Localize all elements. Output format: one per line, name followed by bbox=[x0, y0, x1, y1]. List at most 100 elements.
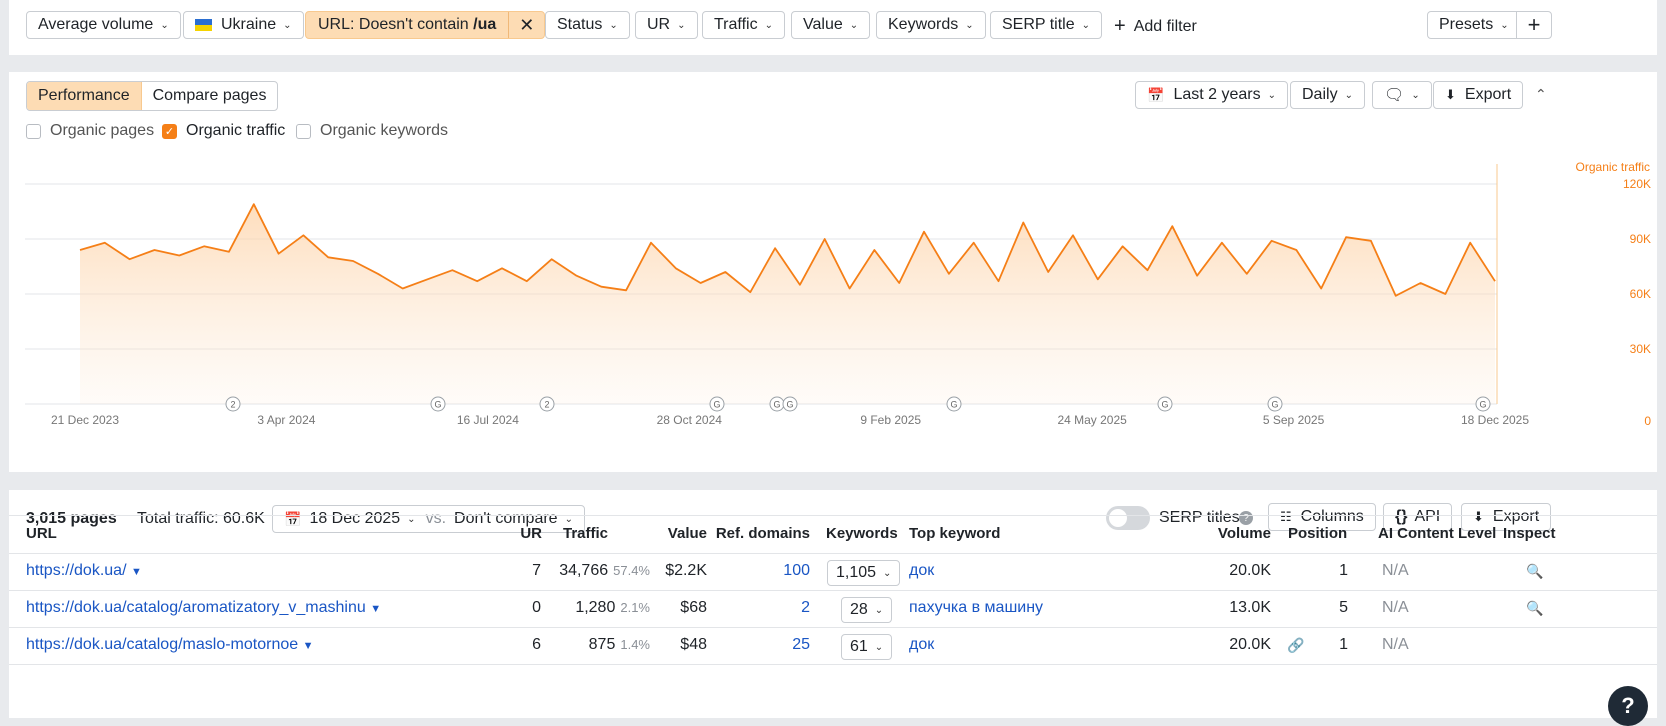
tab-performance[interactable]: Performance bbox=[27, 82, 142, 110]
value-label: Value bbox=[803, 16, 843, 33]
caret-down-icon[interactable]: ▼ bbox=[131, 566, 142, 578]
traffic-number: 875 bbox=[588, 636, 616, 653]
keywords-dropdown[interactable]: 61 ⌄ bbox=[841, 634, 893, 660]
traffic-filter[interactable]: Traffic ⌄ bbox=[702, 11, 785, 39]
ref-domains-link[interactable]: 2 bbox=[801, 599, 810, 617]
checkbox-organic-pages[interactable]: Organic pages bbox=[26, 122, 154, 140]
chevron-down-icon: ⌄ bbox=[283, 19, 292, 31]
link-icon[interactable]: 🔗 bbox=[1287, 637, 1304, 654]
period-dropdown[interactable]: 📅 Last 2 years ⌄ bbox=[1135, 81, 1288, 109]
y-tick-label: 60K bbox=[1630, 287, 1651, 301]
chevron-down-icon: ⌄ bbox=[883, 567, 892, 579]
col-ur[interactable]: UR bbox=[520, 525, 542, 542]
export-chart-button[interactable]: ⬇ Export bbox=[1433, 81, 1524, 109]
url-filter-chip[interactable]: URL: Doesn't contain /ua ✕ bbox=[305, 11, 546, 39]
keywords-filter[interactable]: Keywords ⌄ bbox=[876, 11, 986, 39]
keywords-count: 28 bbox=[850, 601, 868, 618]
annotation-marker-label: G bbox=[786, 400, 793, 410]
traffic-number: 1,280 bbox=[575, 599, 616, 616]
traffic-share: 1.4% bbox=[620, 637, 650, 652]
checkbox-organic-keywords[interactable]: Organic keywords bbox=[296, 122, 448, 140]
add-preset-button[interactable]: + bbox=[1516, 11, 1552, 39]
search-icon[interactable]: 🔍 bbox=[1526, 600, 1543, 617]
checkbox-box bbox=[26, 123, 41, 139]
serp-title-filter[interactable]: SERP title ⌄ bbox=[990, 11, 1103, 39]
view-tabs: Performance Compare pages bbox=[26, 81, 279, 111]
ur-filter[interactable]: UR ⌄ bbox=[635, 11, 698, 39]
interval-dropdown[interactable]: Daily ⌄ bbox=[1290, 81, 1365, 109]
x-tick-label: 5 Sep 2025 bbox=[1263, 413, 1325, 427]
keywords-count: 61 bbox=[850, 638, 868, 655]
page-url-link[interactable]: https://dok.ua/catalog/aromatizatory_v_m… bbox=[26, 599, 381, 617]
plus-icon: + bbox=[1114, 15, 1126, 37]
status-filter[interactable]: Status ⌄ bbox=[545, 11, 630, 39]
calendar-icon: 📅 bbox=[1147, 86, 1165, 103]
col-volume[interactable]: Volume bbox=[1218, 525, 1271, 542]
col-top-keyword[interactable]: Top keyword bbox=[909, 525, 1000, 542]
ukraine-flag-icon bbox=[195, 19, 212, 31]
col-keywords[interactable]: Keywords bbox=[826, 525, 898, 542]
tab-compare-pages[interactable]: Compare pages bbox=[142, 82, 278, 110]
chevron-down-icon: ⌄ bbox=[1344, 89, 1353, 101]
ref-domains-link[interactable]: 25 bbox=[792, 636, 810, 654]
value-filter[interactable]: Value ⌄ bbox=[791, 11, 871, 39]
checkmark-icon: ✓ bbox=[162, 123, 177, 139]
annotations-dropdown[interactable]: 🗨 ⌄ bbox=[1372, 81, 1432, 109]
traffic-share: 2.1% bbox=[620, 600, 650, 615]
page-url-link[interactable]: https://dok.ua/ ▼ bbox=[26, 562, 142, 580]
col-position[interactable]: Position bbox=[1288, 525, 1347, 542]
filter-bar: Average volume ⌄ Ukraine ⌄ URL: Doesn't co… bbox=[9, 0, 1657, 55]
collapse-icon[interactable]: ⌃ bbox=[1535, 86, 1547, 103]
top-keyword-link[interactable]: пахучка в машину bbox=[909, 599, 1043, 617]
caret-down-icon[interactable]: ▼ bbox=[303, 640, 314, 652]
volume-label: Average volume bbox=[38, 16, 154, 33]
top-keyword-link[interactable]: док bbox=[909, 562, 934, 580]
col-ai-content-level[interactable]: AI Content Level bbox=[1378, 525, 1496, 542]
caret-down-icon[interactable]: ▼ bbox=[370, 603, 381, 615]
interval-label: Daily bbox=[1302, 86, 1338, 103]
country-dropdown[interactable]: Ukraine ⌄ bbox=[183, 11, 304, 39]
question-icon: ? bbox=[1621, 693, 1635, 718]
annotation-marker-label: G bbox=[1271, 400, 1278, 410]
close-icon[interactable]: ✕ bbox=[508, 12, 544, 38]
volume-dropdown[interactable]: Average volume ⌄ bbox=[26, 11, 181, 39]
col-inspect: Inspect bbox=[1503, 525, 1556, 542]
checkbox-organic-traffic[interactable]: ✓ Organic traffic bbox=[162, 122, 285, 140]
presets-dropdown[interactable]: Presets ⌄ bbox=[1427, 11, 1521, 39]
ur-value: 0 bbox=[532, 599, 541, 616]
url-filter-label: URL: Doesn't contain bbox=[318, 16, 469, 33]
keywords-count: 1,105 bbox=[836, 564, 877, 581]
keywords-dropdown[interactable]: 1,105 ⌄ bbox=[827, 560, 901, 586]
col-url[interactable]: URL bbox=[26, 525, 57, 542]
help-chat-button[interactable]: ? bbox=[1608, 686, 1648, 726]
annotation-marker-label: 2 bbox=[230, 400, 235, 410]
download-icon: ⬇ bbox=[1445, 87, 1456, 102]
chevron-down-icon: ⌄ bbox=[965, 19, 974, 31]
traffic-value: 1,280 2.1% bbox=[575, 599, 650, 617]
ur-value: 6 bbox=[532, 636, 541, 653]
annotation-marker-label: G bbox=[773, 400, 780, 410]
col-traffic[interactable]: Traffic bbox=[563, 525, 608, 542]
x-tick-label: 18 Dec 2025 bbox=[1461, 413, 1529, 427]
checkbox-label: Organic pages bbox=[50, 122, 155, 139]
keywords-label: Keywords bbox=[888, 16, 959, 33]
chevron-down-icon: ⌄ bbox=[609, 19, 618, 31]
annotation-marker-label: G bbox=[713, 400, 720, 410]
keywords-dropdown[interactable]: 28 ⌄ bbox=[841, 597, 893, 623]
y-tick-label: 120K bbox=[1623, 177, 1651, 191]
col-ref-domains[interactable]: Ref. domains bbox=[716, 525, 810, 542]
table-row: https://dok.ua/catalog/maslo-motornoe ▼ … bbox=[9, 628, 1657, 664]
serp-title-label: SERP title bbox=[1002, 16, 1075, 33]
chevron-down-icon: ⌄ bbox=[849, 19, 859, 31]
table-header: URL UR Traffic Value Ref. domains Keywor… bbox=[9, 515, 1657, 553]
top-keyword-link[interactable]: док bbox=[909, 636, 934, 654]
search-icon[interactable]: 🔍 bbox=[1526, 563, 1543, 580]
checkbox-label: Organic keywords bbox=[320, 122, 449, 139]
add-filter-button[interactable]: + Add filter bbox=[1114, 15, 1197, 38]
page-url-link[interactable]: https://dok.ua/catalog/maslo-motornoe ▼ bbox=[26, 636, 314, 654]
ai-content-value: N/A bbox=[1382, 599, 1409, 616]
col-value[interactable]: Value bbox=[668, 525, 707, 542]
ur-label: UR bbox=[647, 16, 671, 33]
ref-domains-link[interactable]: 100 bbox=[783, 562, 810, 580]
traffic-number: 34,766 bbox=[559, 562, 609, 579]
